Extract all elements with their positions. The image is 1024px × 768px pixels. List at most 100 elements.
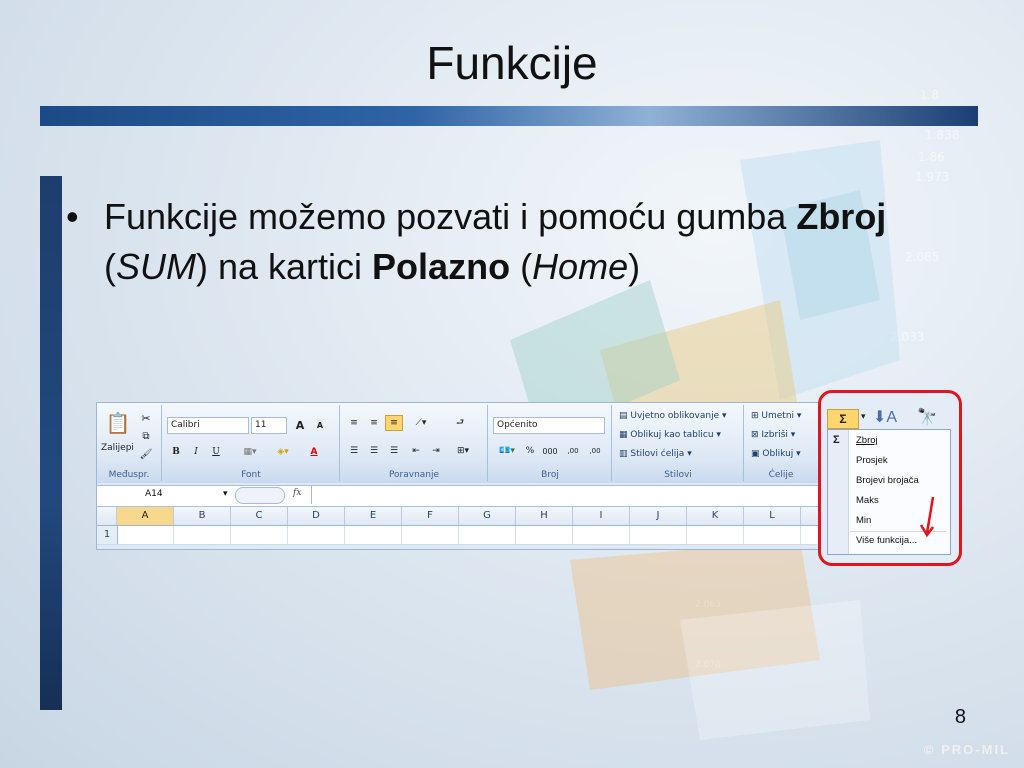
format-painter-icon[interactable]: 🖌 — [139, 447, 153, 461]
bullet-italic-sum: SUM — [116, 246, 196, 287]
cell-g1[interactable] — [459, 526, 516, 544]
font-name-select[interactable]: Calibri — [167, 417, 249, 434]
page-number: 8 — [954, 706, 966, 728]
sigma-icon: Σ — [833, 434, 840, 446]
group-number: Općenito 💶▾ % 000 ,00 ,00 Broj — [489, 405, 612, 481]
italic-button[interactable]: I — [187, 443, 205, 460]
insert-function-button[interactable]: fx — [293, 488, 301, 498]
merge-center-icon[interactable]: ⊞▾ — [451, 443, 475, 459]
menu-item-min[interactable]: Min — [856, 515, 871, 526]
menu-item-brojevi-brojaca[interactable]: Brojevi brojača — [856, 475, 919, 486]
find-select-icon[interactable]: 🔭 — [917, 407, 937, 427]
borders-icon[interactable]: ▦▾ — [237, 443, 263, 460]
shrink-font-button[interactable]: A — [311, 417, 329, 434]
column-headers: A B C D E F G H I J K L — [97, 507, 819, 526]
cell-j1[interactable] — [630, 526, 687, 544]
bullet-icon: • — [66, 196, 79, 237]
cell-i1[interactable] — [573, 526, 630, 544]
increase-decimal-button[interactable]: ,00 — [563, 443, 583, 459]
align-bottom-icon[interactable]: ≡ — [385, 415, 403, 431]
currency-icon[interactable]: 💶▾ — [493, 443, 521, 459]
insert-cells-button[interactable]: ⊞ Umetni ▾ — [751, 411, 801, 421]
conditional-formatting-button[interactable]: ▤ Uvjetno oblikovanje ▾ — [619, 411, 727, 421]
formula-bar-expand-handle[interactable] — [235, 487, 285, 504]
menu-item-zbroj[interactable]: Zbroj — [856, 435, 878, 446]
percent-button[interactable]: % — [523, 443, 537, 459]
name-box[interactable]: A14 — [145, 489, 163, 499]
decrease-indent-icon[interactable]: ⇤ — [407, 443, 425, 459]
format-cells-label: Oblikuj — [762, 449, 794, 459]
bullet-bold-zbroj: Zbroj — [796, 196, 887, 237]
fill-color-icon[interactable]: ◈▾ — [269, 443, 297, 460]
underline-button[interactable]: U — [207, 443, 225, 460]
column-header-e[interactable]: E — [345, 507, 402, 525]
column-header-a[interactable]: A — [117, 507, 174, 525]
column-header-c[interactable]: C — [231, 507, 288, 525]
align-middle-icon[interactable]: ≡ — [365, 415, 383, 431]
decrease-decimal-button[interactable]: ,00 — [585, 443, 605, 459]
cell-e1[interactable] — [345, 526, 402, 544]
cell-c1[interactable] — [231, 526, 288, 544]
cell-a1[interactable] — [117, 526, 174, 544]
align-right-icon[interactable]: ☰ — [385, 443, 403, 459]
cell-styles-button[interactable]: ▥ Stilovi ćelija ▾ — [619, 449, 692, 459]
column-header-j[interactable]: J — [630, 507, 687, 525]
column-header-l[interactable]: L — [744, 507, 801, 525]
group-cells: ⊞ Umetni ▾ ⊠ Izbriši ▾ ▣ Oblikuj ▾ Ćelij… — [745, 405, 817, 481]
cell-f1[interactable] — [402, 526, 459, 544]
column-header-g[interactable]: G — [459, 507, 516, 525]
column-header-i[interactable]: I — [573, 507, 630, 525]
number-format-select[interactable]: Općenito — [493, 417, 605, 434]
row-header-1[interactable]: 1 — [97, 526, 118, 544]
cell-h1[interactable] — [516, 526, 573, 544]
column-header-b[interactable]: B — [174, 507, 231, 525]
copy-icon[interactable]: ⧉ — [139, 429, 153, 443]
delete-cells-label: Izbriši — [761, 430, 788, 440]
group-clipboard: 📋 Zalijepi ✂ ⧉ 🖌 Međuspr. — [97, 405, 162, 481]
group-label-alignment: Poravnanje — [388, 470, 440, 480]
font-color-button[interactable]: A — [301, 443, 327, 460]
group-styles: ▤ Uvjetno oblikovanje ▾ ▦ Oblikuj kao ta… — [613, 405, 744, 481]
select-all-corner[interactable] — [97, 507, 117, 525]
menu-item-vise-funkcija[interactable]: Više funkcija... — [856, 535, 917, 546]
decorative-number: 1.838 — [925, 128, 960, 142]
conditional-formatting-label: Uvjetno oblikovanje — [630, 411, 720, 421]
delete-cells-button[interactable]: ⊠ Izbriši ▾ — [751, 430, 795, 440]
bold-button[interactable]: B — [167, 443, 185, 460]
align-left-icon[interactable]: ☰ — [345, 443, 363, 459]
thousands-button[interactable]: 000 — [539, 443, 561, 459]
column-header-f[interactable]: F — [402, 507, 459, 525]
insert-cells-label: Umetni — [761, 411, 795, 421]
grow-font-button[interactable]: A — [291, 417, 309, 434]
autosum-button[interactable]: Σ — [827, 409, 859, 429]
column-header-k[interactable]: K — [687, 507, 744, 525]
format-as-table-button[interactable]: ▦ Oblikuj kao tablicu ▾ — [619, 430, 721, 440]
group-label-cells: Ćelije — [768, 470, 794, 480]
format-cells-button[interactable]: ▣ Oblikuj ▾ — [751, 449, 801, 459]
slide-title: Funkcije — [426, 37, 598, 89]
column-header-d[interactable]: D — [288, 507, 345, 525]
cell-l1[interactable] — [744, 526, 801, 544]
orientation-icon[interactable]: ⟋▾ — [409, 415, 433, 431]
menu-item-prosjek[interactable]: Prosjek — [856, 455, 888, 466]
cell-k1[interactable] — [687, 526, 744, 544]
name-box-dropdown-icon[interactable]: ▾ — [223, 489, 228, 499]
increase-indent-icon[interactable]: ⇥ — [427, 443, 445, 459]
autosum-dropdown-arrow-icon[interactable]: ▾ — [861, 411, 866, 422]
cut-icon[interactable]: ✂ — [139, 411, 153, 425]
align-top-icon[interactable]: ≡ — [345, 415, 363, 431]
formula-input[interactable] — [311, 486, 819, 504]
menu-item-maks[interactable]: Maks — [856, 495, 879, 506]
column-header-h[interactable]: H — [516, 507, 573, 525]
wrap-text-icon[interactable]: ⮐ — [451, 415, 469, 431]
font-size-select[interactable]: 11 — [251, 417, 287, 434]
group-font: Calibri 11 A A B I U ▦▾ ◈▾ A Font — [163, 405, 340, 481]
paste-icon[interactable]: 📋 — [105, 409, 131, 437]
paste-button[interactable]: Zalijepi — [101, 443, 134, 453]
bullet-text-part: ( — [510, 246, 533, 287]
cell-b1[interactable] — [174, 526, 231, 544]
cell-d1[interactable] — [288, 526, 345, 544]
bullet-italic-home: Home — [532, 246, 629, 287]
sort-filter-icon[interactable]: ⬇A — [873, 407, 897, 427]
align-center-icon[interactable]: ☰ — [365, 443, 383, 459]
